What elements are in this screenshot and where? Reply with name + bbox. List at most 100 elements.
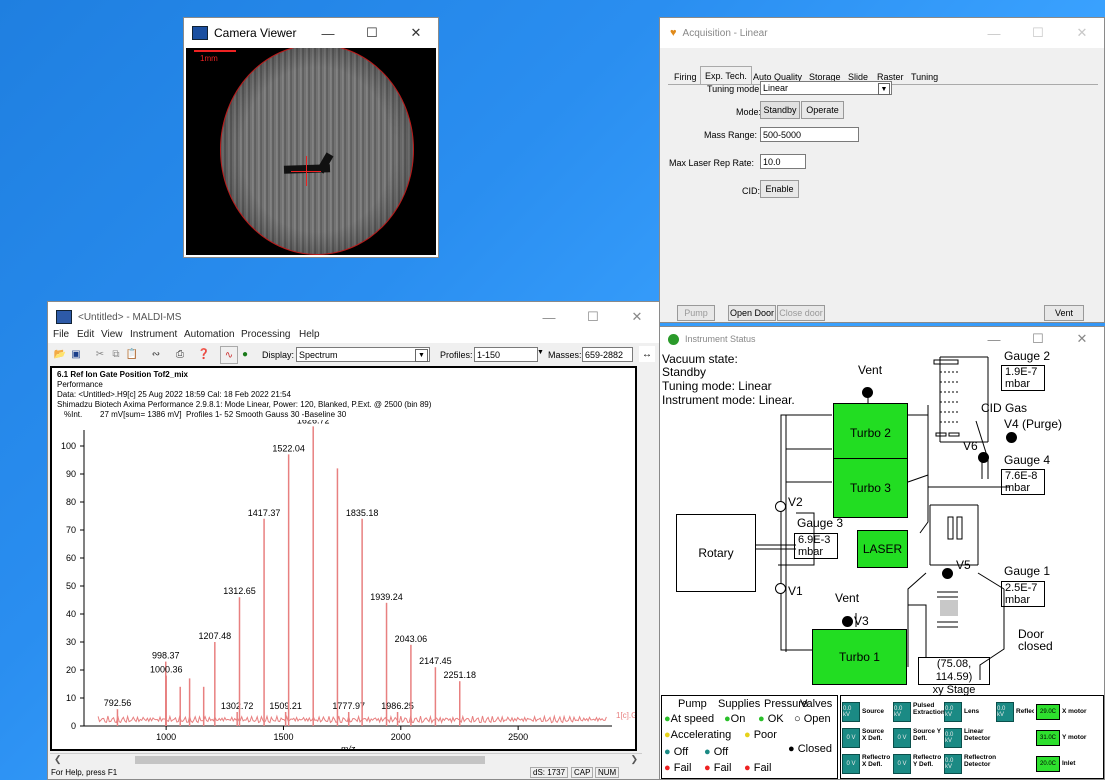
maximize-icon[interactable]: ☐	[1016, 18, 1060, 48]
acquisition-titlebar[interactable]: ♥ Acquisition - Linear — ☐ ✕	[660, 18, 1104, 48]
spectrum-icon[interactable]: ∿	[220, 346, 238, 364]
peak-label: 998.37	[152, 651, 180, 661]
help-icon[interactable]: ❓	[196, 346, 212, 362]
y-motor-label: Y motor	[1062, 734, 1087, 741]
v4-valve[interactable]	[1006, 432, 1017, 443]
peak-icon[interactable]: ∾	[148, 346, 164, 362]
menu-file[interactable]: File	[53, 329, 69, 340]
close-icon[interactable]: ✕	[615, 302, 659, 332]
cut-icon[interactable]: ✂	[92, 346, 108, 362]
legend-poor-text: Poor	[753, 729, 777, 741]
expand-arrows-icon[interactable]: ↔	[639, 346, 655, 362]
scroll-right-icon[interactable]: ❯	[630, 754, 638, 765]
legend-accelerating-text: Accelerating	[670, 729, 732, 741]
legend-off-pump: ● Off	[664, 746, 689, 758]
vent-button[interactable]: Vent	[1044, 305, 1084, 321]
instrument-status-window: Instrument Status — ☐ ✕ Vacuum state: St…	[659, 326, 1105, 780]
v1-valve[interactable]	[775, 583, 786, 594]
turbo2-box[interactable]: Turbo 2	[833, 403, 908, 462]
paste-icon[interactable]: 📋	[124, 346, 140, 362]
scroll-left-icon[interactable]: ❮	[54, 754, 62, 765]
horizontal-scrollbar[interactable]: ❮ ❯	[50, 753, 642, 767]
x-axis-label: m/z	[341, 744, 356, 750]
turbo1-box[interactable]: Turbo 1	[812, 629, 907, 685]
gauge3-value: 6.9E-3	[798, 534, 831, 546]
peak-label: 1777.97	[332, 701, 365, 711]
peak-label: 1417.37	[248, 508, 281, 518]
minimize-icon[interactable]: —	[306, 18, 350, 48]
source-y-defl-supply: 0 V	[893, 728, 911, 748]
spectrum-panel[interactable]: 6.1 Ref Ion Gate Position Tof2_mix Perfo…	[50, 366, 637, 751]
gauge1-label: Gauge 1	[1004, 564, 1051, 578]
gauge2-readout: 1.9E-7 mbar	[1001, 365, 1045, 391]
x-tick-label: 1500	[273, 732, 293, 742]
display-select[interactable]: Spectrum ▼	[296, 347, 430, 362]
scroll-thumb[interactable]	[135, 756, 485, 764]
tuning-mode-select[interactable]: Linear ▼	[760, 81, 892, 95]
vent-top-valve[interactable]	[862, 387, 873, 398]
legend-off-supplies: ● Off	[704, 746, 729, 758]
max-rate-input[interactable]: 10.0	[760, 154, 806, 169]
peak-label: 792.56	[104, 698, 132, 708]
camera-image[interactable]: 1mm	[186, 48, 436, 255]
scale-bar	[194, 50, 236, 52]
pump-button[interactable]: Pump	[677, 305, 715, 321]
tab-firing[interactable]: Firing	[674, 70, 697, 84]
legend-poor: ● Poor	[744, 729, 777, 741]
spectrum-chart[interactable]: 0 10 20 30 40 50 60 70 80 90 100 1000 1500 2000 2500 m/…	[52, 420, 635, 750]
peak-label: 2147.45	[419, 656, 452, 666]
v6-valve[interactable]	[978, 452, 989, 463]
xy-stage-box[interactable]: (75.08, 114.59) xy Stage	[918, 657, 990, 696]
menu-automation[interactable]: Automation	[184, 329, 235, 340]
acquisition-title: Acquisition - Linear	[682, 27, 768, 39]
enable-button[interactable]: Enable	[760, 180, 799, 198]
legend-supplies: Supplies	[718, 698, 761, 710]
chevron-down-icon[interactable]: ▼	[415, 349, 428, 362]
menu-instrument[interactable]: Instrument	[130, 329, 177, 340]
v3-valve[interactable]	[842, 616, 853, 627]
cid-gas-label: CID Gas	[981, 401, 1028, 415]
tab-exp-tech[interactable]: Exp. Tech.	[700, 66, 752, 85]
legend-on: ●On	[724, 713, 746, 725]
maximize-icon[interactable]: ☐	[571, 302, 615, 332]
copy-icon[interactable]: ⧉	[108, 346, 124, 362]
peak-label: 1986.25	[381, 701, 414, 711]
standby-button[interactable]: Standby	[760, 101, 800, 119]
rotary-box[interactable]: Rotary	[676, 514, 756, 592]
v2-valve[interactable]	[775, 501, 786, 512]
mass-range-input[interactable]: 500-5000	[760, 127, 859, 142]
open-door-button[interactable]: Open Door	[728, 305, 776, 321]
laser-box[interactable]: LASER	[857, 530, 908, 568]
menu-edit[interactable]: Edit	[77, 329, 94, 340]
display-label: Display:	[262, 350, 295, 360]
open-icon[interactable]: 📂	[52, 346, 68, 362]
tab-tuning[interactable]: Tuning	[911, 70, 938, 84]
operate-button[interactable]: Operate	[801, 101, 844, 119]
maldi-titlebar[interactable]: <Untitled> - MALDI-MS — ☐ ✕	[48, 302, 659, 332]
print-icon[interactable]: ⎙	[172, 346, 188, 362]
menu-view[interactable]: View	[101, 329, 123, 340]
profiles-input[interactable]: 1-150	[474, 347, 538, 362]
globe-icon[interactable]: ●	[237, 346, 253, 362]
y-tick-label: 20	[66, 665, 76, 675]
gauge3-readout: 6.9E-3 mbar	[794, 533, 838, 559]
chevron-down-icon[interactable]: ▼	[878, 83, 890, 95]
menu-help[interactable]: Help	[299, 329, 320, 340]
minimize-icon[interactable]: —	[972, 18, 1016, 48]
close-door-button[interactable]: Close door	[777, 305, 825, 321]
menu-processing[interactable]: Processing	[241, 329, 290, 340]
masses-dropdown-arrow[interactable]: ▼	[537, 349, 544, 356]
v5-valve[interactable]	[942, 568, 953, 579]
peak-label: 1000.36	[150, 665, 183, 675]
save-icon[interactable]: ▣	[68, 346, 84, 362]
close-icon[interactable]: ✕	[394, 18, 438, 48]
close-icon[interactable]: ✕	[1060, 18, 1104, 48]
turbo3-box[interactable]: Turbo 3	[833, 458, 908, 518]
masses-input[interactable]: 659-2882	[582, 347, 633, 362]
camera-titlebar[interactable]: Camera Viewer — ☐ ✕	[184, 18, 438, 48]
minimize-icon[interactable]: —	[527, 302, 571, 332]
gauge3-unit: mbar	[798, 546, 824, 558]
door-state: closed	[1018, 639, 1053, 653]
maximize-icon[interactable]: ☐	[350, 18, 394, 48]
scale-label: 1mm	[200, 54, 218, 63]
